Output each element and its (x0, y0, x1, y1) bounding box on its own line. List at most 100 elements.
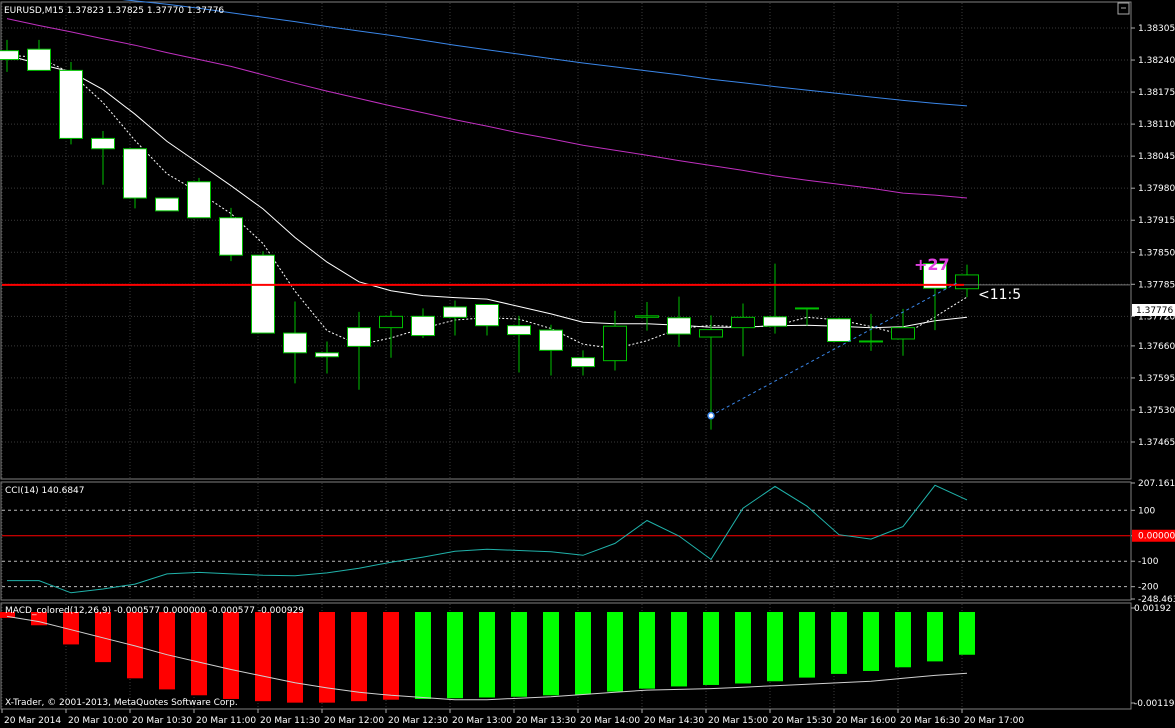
price-tick-label: 1.37850 (1138, 248, 1175, 258)
candle (603, 310, 627, 371)
macd-bar (383, 612, 399, 700)
candle (251, 251, 275, 334)
cci-axis-label: -200 (1138, 583, 1159, 593)
candle (0, 39, 19, 72)
macd-bar (415, 612, 431, 699)
cci-axis-label: 0.00000 (1138, 532, 1175, 542)
time-tick-label: 20 Mar 15:00 (708, 716, 768, 726)
price-tick-label: 1.37595 (1138, 374, 1175, 384)
cci-axis-label: -100 (1138, 557, 1159, 567)
macd-bar (767, 612, 783, 682)
time-tick-label: 20 Mar 16:00 (836, 716, 896, 726)
time-tick-label: 20 Mar 13:30 (516, 716, 576, 726)
candle-body (91, 137, 115, 150)
price-tick-label: 1.38240 (1138, 56, 1175, 66)
candle (955, 264, 979, 298)
macd-bar (255, 612, 271, 702)
macd-bar (191, 612, 207, 696)
candle (763, 263, 787, 334)
chart-window-icon[interactable] (1117, 2, 1130, 15)
main-chart-title: EURUSD,M15 1.37823 1.37825 1.37770 1.377… (4, 6, 224, 16)
candle (411, 308, 435, 339)
copyright-text: X-Trader, © 2001-2013, MetaQuotes Softwa… (5, 698, 238, 708)
candle-body (699, 329, 723, 338)
macd-bar (959, 612, 975, 655)
macd-bar (479, 612, 495, 698)
time-tick-label: 20 Mar 10:00 (68, 716, 128, 726)
candle (91, 131, 115, 185)
time-tick-label: 20 Mar 16:30 (900, 716, 960, 726)
time-tick-label: 20 Mar 15:30 (772, 716, 832, 726)
cci-title: CCI(14) 140.6847 (5, 486, 85, 496)
candle-body (0, 50, 19, 61)
macd-bar (799, 612, 815, 678)
macd-panel (0, 607, 1135, 704)
candle (27, 39, 51, 71)
candle-body (763, 316, 787, 327)
trend-anchor-point (707, 411, 715, 420)
time-tick-label: 20 Mar 14:00 (580, 716, 640, 726)
price-tick-label: 1.37465 (1138, 438, 1175, 448)
candle (635, 302, 659, 331)
macd-bar (511, 612, 527, 697)
candle-body (507, 325, 531, 336)
price-tick-label: 1.37980 (1138, 184, 1175, 194)
macd-bar (895, 612, 911, 668)
price-tick-label: 1.38110 (1138, 120, 1175, 130)
price-tick-label: 1.38305 (1138, 24, 1175, 34)
candle-body (571, 357, 595, 368)
macd-bar (703, 612, 719, 685)
candlesticks (0, 39, 979, 430)
candle (731, 303, 755, 357)
macd-axis-bottom: -0.001194 (1134, 699, 1175, 709)
price-axis: 1.38305 1.38240 1.38175 1.38110 1.38045 1.379… (1131, 24, 1175, 448)
macd-bar (831, 612, 847, 674)
candle-body (347, 327, 371, 347)
current-price-marker: 1.37776 (1132, 304, 1175, 316)
cci-axis-label: 100 (1138, 506, 1155, 516)
price-tick-label: 1.37530 (1138, 406, 1175, 416)
time-axis: 20 Mar 2014 20 Mar 10:00 20 Mar 10:30 20 Ma… (1, 709, 1024, 726)
candle-body (667, 317, 691, 335)
candle (571, 350, 595, 376)
candle-body (795, 307, 819, 310)
time-tick-label: 20 Mar 13:00 (452, 716, 512, 726)
time-tick-label: 20 Mar 10:30 (132, 716, 192, 726)
candle (187, 177, 211, 219)
macd-bar (351, 612, 367, 702)
candle-body (315, 352, 339, 358)
price-tick-label: 1.37785 (1138, 280, 1175, 290)
candle-body (27, 48, 51, 71)
candle (219, 207, 243, 262)
candle-body (539, 329, 563, 351)
macd-title: MACD_colored(12,26,9) -0.000577 0.000000… (5, 606, 304, 616)
price-tick-label: 1.38045 (1138, 152, 1175, 162)
cci-axis-label: 207.1617 (1138, 479, 1175, 489)
candle (667, 296, 691, 347)
time-tick-label: 20 Mar 17:00 (964, 716, 1024, 726)
candle-body (251, 254, 275, 334)
time-tick-label: 20 Mar 2014 (4, 716, 61, 726)
candle (859, 313, 883, 351)
candle-body (635, 315, 659, 318)
time-tick-label: 20 Mar 12:30 (388, 716, 448, 726)
ma-mid-line (6, 18, 968, 199)
candle (507, 315, 531, 373)
candle-body (603, 325, 627, 362)
moving-averages (6, 0, 968, 350)
macd-bar (927, 612, 943, 662)
macd-bar (95, 612, 111, 663)
macd-bar (671, 612, 687, 687)
candle (59, 62, 83, 145)
ma-fast-line (6, 54, 968, 329)
candle-body (155, 197, 179, 212)
macd-bar (447, 612, 463, 699)
time-tick-label: 20 Mar 14:30 (644, 716, 704, 726)
candle-body (827, 318, 851, 342)
trading-chart[interactable]: 1.38305 1.38240 1.38175 1.38110 1.38045 1.379… (0, 0, 1175, 728)
candle (539, 324, 563, 376)
candle (827, 317, 851, 342)
candle-body (59, 69, 83, 139)
candle-body (443, 306, 467, 318)
candle-body (475, 303, 499, 327)
